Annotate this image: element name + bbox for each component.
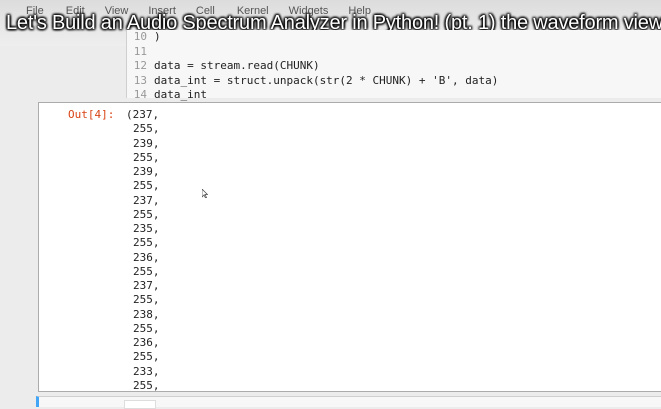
output-value: 255, [133,179,160,193]
next-code-cell[interactable] [36,396,661,409]
code-line: 14 data_int [127,88,661,103]
output-prompt: Out[4]: [68,108,115,121]
line-number: 11 [133,44,147,58]
mouse-cursor-icon [202,189,208,198]
line-number: 14 [133,88,147,101]
code-line: 12 data = stream.read(CHUNK) [127,59,661,74]
output-value: 236, [133,336,160,349]
line-number: 13 [133,73,147,87]
code-text: data = stream.read(CHUNK) [154,59,320,72]
code-input-cell[interactable]: 10 ) 11 12 data = stream.read(CHUNK) 13 … [126,30,661,101]
output-values: (237, 255, 239, 255, 239, 255, 237, 255, 235, 255… [126,108,160,393]
output-value: 238, [133,307,160,321]
output-value: 236, [133,250,160,264]
code-text: data_int [154,88,207,101]
line-number: 12 [133,59,147,72]
output-value: 255, [133,350,160,364]
output-value: 235, [133,222,160,235]
output-value: 255, [133,150,160,164]
code-line: 10 ) [127,30,661,45]
output-value: 239, [133,165,160,178]
code-line: 11 [127,45,661,60]
code-text: ) [154,30,161,43]
next-cell-input[interactable] [124,400,156,409]
output-value: 255, [133,321,160,335]
code-line: 13 data_int = struct.unpack(str(2 * CHUN… [127,74,661,89]
output-value: 237, [133,279,160,292]
output-value: 255, [133,264,160,278]
line-number: 10 [133,30,147,43]
output-value: 237, [133,193,160,207]
code-text: data_int = struct.unpack(str(2 * CHUNK) … [154,73,499,87]
output-value: 255, [133,207,160,221]
output-value: 255, [133,378,160,392]
output-value: (237, [126,108,160,121]
output-value: 233, [133,364,160,378]
output-value: 255, [133,236,160,250]
output-value: 239, [133,136,160,150]
output-value: 255, [133,122,160,136]
output-value: 255, [133,293,160,307]
